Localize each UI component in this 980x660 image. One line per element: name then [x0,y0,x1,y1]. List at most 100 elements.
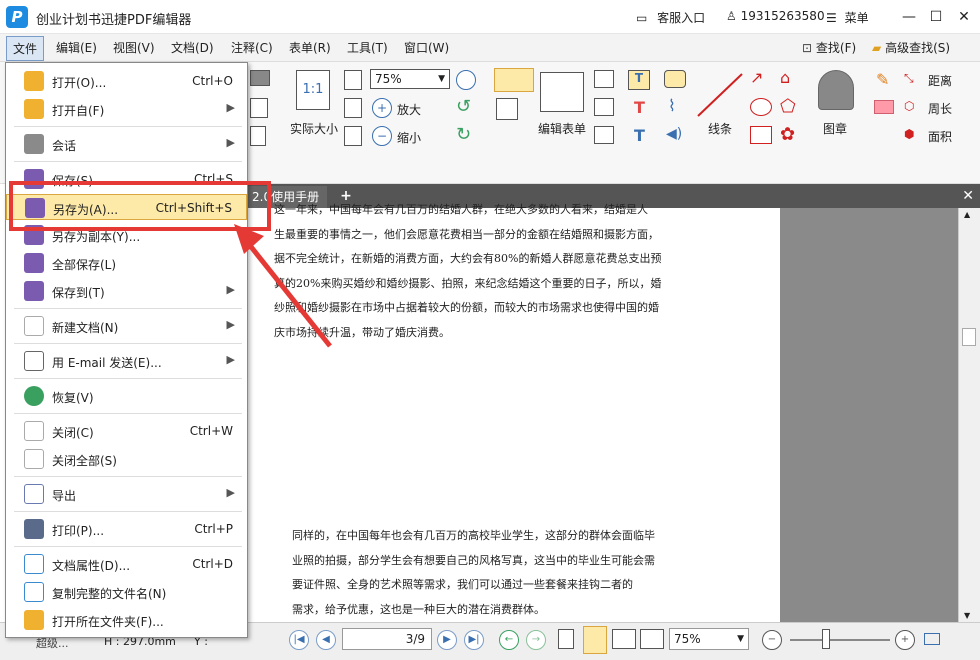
actual-size-label[interactable]: 实际大小 [290,120,338,137]
fit-page-icon[interactable] [344,70,362,90]
next-page-button[interactable]: ▶ [437,630,457,650]
text-box-icon[interactable] [594,98,614,116]
file-menu-email[interactable]: 用 E-mail 发送(E)...▶ [6,348,247,374]
scroll-up-icon[interactable]: ▲ [964,210,970,219]
underline-icon[interactable]: T [634,126,645,145]
zoom-out-label[interactable]: 缩小 [397,129,421,146]
cloud-tool-icon[interactable]: ✿ [780,124,795,145]
pentagon-tool-icon[interactable]: ⬠ [780,96,796,117]
file-menu-close[interactable]: 关闭(C)Ctrl+W [6,418,247,444]
snapshot-icon[interactable] [250,70,270,86]
text-field-icon[interactable] [594,70,614,88]
file-menu-save-to[interactable]: 保存到(T)▶ [6,278,247,304]
file-menu-restore[interactable]: 恢复(V) [6,383,247,409]
bottom-zoom-select[interactable]: 75% ▼ [669,628,749,650]
last-page-button[interactable]: ▶| [464,630,484,650]
file-menu-properties[interactable]: 文档属性(D)...Ctrl+D [6,551,247,577]
prev-page-button[interactable]: ◀ [316,630,336,650]
page-number-input[interactable]: 3/9 [342,628,432,650]
scroll-down-icon[interactable]: ▼ [964,611,970,620]
paste-icon[interactable] [250,98,268,118]
menu-form[interactable]: 表单(R) [289,39,331,56]
note-icon[interactable] [664,70,686,88]
close-window-button[interactable]: ✕ [953,6,975,28]
vertical-scrollbar[interactable]: ▲ ▼ [958,208,980,622]
polygon-line-icon[interactable]: ⌂ [780,68,790,87]
stamp-label[interactable]: 图章 [823,120,847,137]
find-button[interactable]: ⊡ 查找(F) [802,39,856,56]
scrollbar-thumb[interactable] [962,328,976,346]
menu-file[interactable]: 文件 [6,36,44,61]
zoom-select[interactable]: 75% ▼ [370,69,450,89]
line-label[interactable]: 线条 [708,120,732,137]
rectangle-tool-icon[interactable] [750,126,772,144]
typewriter-icon[interactable]: T [628,70,650,90]
back-button[interactable]: ← [499,630,519,650]
file-menu-open-from[interactable]: 打开自(F)▶ [6,96,247,122]
pencil-icon[interactable]: ✎ [876,70,889,89]
close-tab-icon[interactable]: ✕ [962,186,974,206]
text-image-icon[interactable] [496,98,518,120]
menu-tools[interactable]: 工具(T) [347,39,388,56]
single-page-icon[interactable] [558,629,574,649]
zoom-out-button[interactable]: − [762,630,782,650]
distance-label[interactable]: 距离 [928,72,952,89]
customer-service-button[interactable]: ▭ 客服入口 [636,9,705,26]
ellipse-tool-icon[interactable] [750,98,772,116]
rotate-left-icon[interactable]: ↺ [456,96,471,117]
menu-edit[interactable]: 编辑(E) [56,39,97,56]
maximize-button[interactable]: ☐ [925,6,947,28]
zoom-out-icon[interactable]: − [372,126,392,146]
actual-size-icon[interactable]: 1:1 [296,70,330,110]
zoom-in-label[interactable]: 放大 [397,101,421,118]
zoom-in-button[interactable]: + [895,630,915,650]
attach-icon[interactable]: ⌇ [668,96,676,115]
zoom-in-icon[interactable]: + [372,98,392,118]
magnifier-icon[interactable] [456,70,476,90]
distance-icon[interactable]: ⤡ [904,71,914,86]
fullscreen-icon[interactable] [924,633,940,645]
user-account[interactable]: ♙ 19315263580 [726,9,825,23]
file-menu-copy-filename[interactable]: 复制完整的文件名(N) [6,579,247,605]
facing-page-icon[interactable] [612,629,636,649]
perimeter-label[interactable]: 周长 [928,100,952,117]
line-tool-icon[interactable] [694,70,746,120]
callout-icon[interactable] [594,126,614,144]
file-menu-print[interactable]: 打印(P)...Ctrl+P [6,516,247,542]
menu-document[interactable]: 文档(D) [171,39,214,56]
forward-button[interactable]: → [526,630,546,650]
rotate-right-icon[interactable]: ↻ [456,124,471,145]
strikeout-icon[interactable]: T [634,98,645,117]
file-menu-open-folder[interactable]: 打开所在文件夹(F)... [6,607,247,633]
main-menu-button[interactable]: ☰ 菜单 [826,9,869,26]
fit-width-icon[interactable] [344,98,362,118]
menu-window[interactable]: 窗口(W) [404,39,449,56]
file-menu-export[interactable]: 导出▶ [6,481,247,507]
minimize-button[interactable]: — [898,6,920,28]
zoom-slider-handle[interactable] [822,629,830,649]
area-label[interactable]: 面积 [928,128,952,145]
continuous-facing-icon[interactable] [640,629,664,649]
eraser-icon[interactable] [874,100,894,114]
advanced-find-button[interactable]: ▰ 高级查找(S) [872,39,950,56]
file-menu-close-all[interactable]: 关闭全部(S) [6,446,247,472]
file-menu-new-document[interactable]: 新建文档(N)▶ [6,313,247,339]
menu-view[interactable]: 视图(V) [113,39,155,56]
zoom-slider-track[interactable] [790,639,890,641]
fit-visible-icon[interactable] [344,126,362,146]
arrow-tool-icon[interactable]: ↗ [750,68,763,87]
file-menu-open[interactable]: 打开(O)...Ctrl+O [6,68,247,94]
image-tool-icon[interactable] [494,68,534,92]
first-page-button[interactable]: |◀ [289,630,309,650]
stamp-icon[interactable] [818,70,854,110]
sound-icon[interactable]: ◀) [666,126,682,142]
perimeter-icon[interactable]: ⬡ [904,99,914,113]
file-menu-session[interactable]: 会话▶ [6,131,247,157]
file-menu-save-all[interactable]: 全部保存(L) [6,250,247,276]
edit-form-label[interactable]: 编辑表单 [538,120,586,137]
area-icon[interactable]: ⬢ [904,127,914,141]
menu-comment[interactable]: 注释(C) [231,39,273,56]
continuous-page-icon[interactable] [583,626,607,654]
edit-form-icon[interactable] [540,72,584,112]
select-text-icon[interactable] [250,126,266,146]
